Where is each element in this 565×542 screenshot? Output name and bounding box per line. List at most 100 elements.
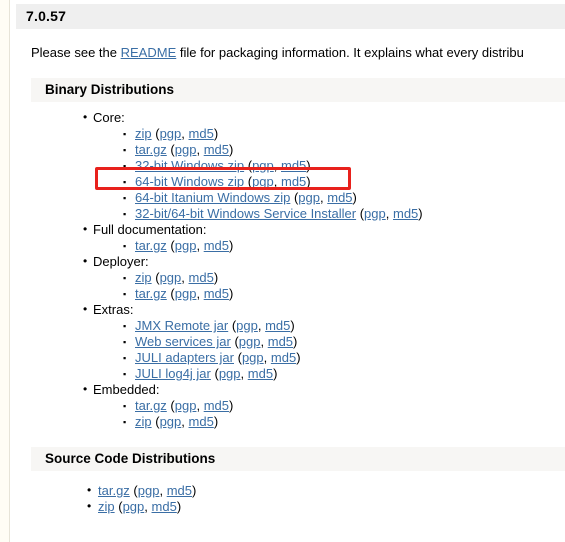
download-link[interactable]: tar.gz	[98, 483, 130, 498]
pgp-link[interactable]: pgp	[175, 142, 197, 157]
distribution-group-label: Extras:	[83, 301, 565, 318]
md5-link[interactable]: md5	[204, 238, 229, 253]
pgp-link[interactable]: pgp	[364, 206, 386, 221]
download-link[interactable]: tar.gz	[135, 142, 167, 157]
md5-link[interactable]: md5	[204, 142, 229, 157]
distribution-file-list: JMX Remote jar (pgp, md5)Web services ja…	[123, 318, 565, 383]
paren-open: (	[230, 334, 239, 349]
paren-open: (	[151, 414, 160, 429]
download-link[interactable]: zip	[135, 270, 152, 285]
paren-separator: ,	[159, 483, 167, 498]
distribution-group: Core:zip (pgp, md5)tar.gz (pgp, md5)32-b…	[83, 109, 565, 223]
download-link[interactable]: JMX Remote jar	[135, 318, 228, 333]
md5-link[interactable]: md5	[204, 286, 229, 301]
md5-link[interactable]: md5	[167, 483, 192, 498]
source-distribution-list: tar.gz (pgp, md5)zip (pgp, md5)	[87, 482, 565, 515]
pgp-link[interactable]: pgp	[138, 483, 160, 498]
paren-open: (	[166, 142, 175, 157]
md5-link[interactable]: md5	[265, 318, 290, 333]
pgp-link[interactable]: pgp	[242, 350, 264, 365]
intro-text-after: file for packaging information. It expla…	[176, 45, 524, 60]
distribution-file-item: tar.gz (pgp, md5)	[123, 238, 565, 255]
paren-open: (	[129, 483, 138, 498]
download-link[interactable]: JULI log4j jar	[135, 366, 211, 381]
download-link[interactable]: zip	[135, 126, 152, 141]
distribution-file-list: zip (pgp, md5)tar.gz (pgp, md5)	[123, 270, 565, 303]
pgp-link[interactable]: pgp	[123, 499, 145, 514]
distribution-group-label: Embedded:	[83, 381, 565, 398]
distribution-file-item: zip (pgp, md5)	[123, 414, 565, 431]
md5-link[interactable]: md5	[248, 366, 273, 381]
paren-open: (	[151, 270, 160, 285]
download-link[interactable]: 32-bit/64-bit Windows Service Installer	[135, 206, 356, 221]
md5-link[interactable]: md5	[152, 499, 177, 514]
md5-link[interactable]: md5	[281, 174, 306, 189]
distribution-file-item: zip (pgp, md5)	[123, 126, 565, 143]
paren-close: )	[228, 142, 234, 157]
paren-open: (	[234, 350, 242, 365]
paren-close: )	[306, 158, 311, 173]
paren-close: )	[293, 334, 298, 349]
md5-link[interactable]: md5	[268, 334, 293, 349]
paren-open: (	[244, 158, 253, 173]
md5-link[interactable]: md5	[281, 158, 306, 173]
download-link[interactable]: 32-bit Windows zip	[135, 158, 244, 173]
pgp-link[interactable]: pgp	[175, 286, 197, 301]
pgp-link[interactable]: pgp	[175, 238, 197, 253]
paren-close: )	[213, 270, 219, 285]
pgp-link[interactable]: pgp	[236, 318, 258, 333]
paren-separator: ,	[181, 126, 189, 141]
distribution-file-item: 64-bit Itanium Windows zip (pgp, md5)	[123, 190, 565, 207]
paren-close: )	[213, 126, 219, 141]
download-link[interactable]: tar.gz	[135, 398, 167, 413]
md5-link[interactable]: md5	[204, 398, 229, 413]
md5-link[interactable]: md5	[327, 190, 352, 205]
binary-distributions-section: Binary Distributions Core:zip (pgp, md5)…	[11, 78, 565, 431]
pgp-link[interactable]: pgp	[298, 190, 320, 205]
version-heading: 7.0.57	[16, 4, 565, 29]
distribution-file-item: zip (pgp, md5)	[87, 498, 565, 515]
distribution-group: Full documentation:tar.gz (pgp, md5)	[83, 221, 565, 255]
download-link[interactable]: 64-bit Windows zip	[135, 174, 244, 189]
paren-open: (	[166, 398, 175, 413]
distribution-file-item: JMX Remote jar (pgp, md5)	[123, 318, 565, 335]
paren-close: )	[273, 366, 278, 381]
distribution-group: Extras:JMX Remote jar (pgp, md5)Web serv…	[83, 301, 565, 383]
paren-separator: ,	[385, 206, 393, 221]
pgp-link[interactable]: pgp	[252, 158, 274, 173]
paren-close: )	[306, 174, 311, 189]
download-link[interactable]: zip	[135, 414, 152, 429]
md5-link[interactable]: md5	[189, 414, 214, 429]
paren-open: (	[166, 286, 175, 301]
paren-separator: ,	[196, 142, 204, 157]
paren-close: )	[352, 190, 357, 205]
distribution-file-item: JULI adapters jar (pgp, md5)	[123, 350, 565, 367]
paren-close: )	[228, 286, 234, 301]
readme-link[interactable]: README	[121, 45, 177, 60]
download-link[interactable]: Web services jar	[135, 334, 231, 349]
download-link[interactable]: zip	[98, 499, 115, 514]
md5-link[interactable]: md5	[189, 126, 214, 141]
distribution-file-item: Web services jar (pgp, md5)	[123, 334, 565, 351]
md5-link[interactable]: md5	[271, 350, 296, 365]
pgp-link[interactable]: pgp	[160, 126, 182, 141]
paren-close: )	[418, 206, 423, 221]
pgp-link[interactable]: pgp	[160, 270, 182, 285]
md5-link[interactable]: md5	[393, 206, 418, 221]
pgp-link[interactable]: pgp	[239, 334, 261, 349]
download-link[interactable]: JULI adapters jar	[135, 350, 234, 365]
md5-link[interactable]: md5	[189, 270, 214, 285]
download-link[interactable]: tar.gz	[135, 286, 167, 301]
paren-separator: ,	[144, 499, 152, 514]
pgp-link[interactable]: pgp	[160, 414, 182, 429]
download-link[interactable]: 64-bit Itanium Windows zip	[135, 190, 290, 205]
pgp-link[interactable]: pgp	[252, 174, 274, 189]
download-link[interactable]: tar.gz	[135, 238, 167, 253]
paren-open: (	[166, 238, 175, 253]
pgp-link[interactable]: pgp	[175, 398, 197, 413]
distribution-group: Embedded:tar.gz (pgp, md5)zip (pgp, md5)	[83, 381, 565, 431]
distribution-file-list: tar.gz (pgp, md5)zip (pgp, md5)	[123, 398, 565, 431]
paren-close: )	[191, 483, 197, 498]
pgp-link[interactable]: pgp	[219, 366, 241, 381]
paren-open: (	[114, 499, 123, 514]
